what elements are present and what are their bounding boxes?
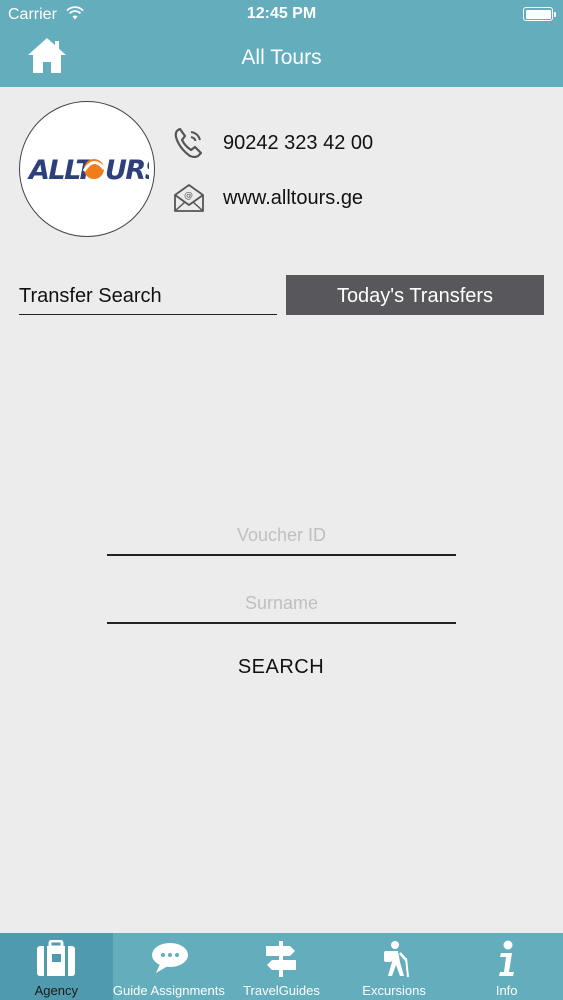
website-link: www.alltours.ge <box>223 186 364 209</box>
status-bar: Carrier 12:45 PM <box>0 0 563 30</box>
tab-agency-label: Agency <box>34 983 78 998</box>
svg-text:URS: URS <box>105 155 149 186</box>
bottom-tab-bar: Agency Guide Assignments TravelGuides Ex… <box>0 933 563 1000</box>
hiker-icon <box>384 941 410 978</box>
svg-text:@: @ <box>184 191 193 201</box>
search-button[interactable]: SEARCH <box>207 650 355 684</box>
signpost-icon <box>266 941 297 977</box>
todays-transfers-button[interactable]: Today's Transfers <box>286 275 544 315</box>
page-title: All Tours <box>241 46 322 69</box>
suitcase-icon <box>37 940 76 976</box>
tab-info[interactable]: Info <box>450 933 563 1000</box>
tab-transfer-search[interactable]: Transfer Search <box>19 276 277 315</box>
tab-excursions[interactable]: Excursions <box>338 933 451 1000</box>
surname-input[interactable] <box>107 584 456 624</box>
battery-icon <box>523 7 556 21</box>
tab-travelguides[interactable]: TravelGuides <box>225 933 338 1000</box>
tab-info-label: Info <box>495 983 518 998</box>
phone-row[interactable]: 90242 323 42 00 <box>172 125 373 161</box>
alltours-logo: ALLT URS <box>27 155 149 186</box>
mail-icon: @ <box>174 184 204 212</box>
phone-number: 90242 323 42 00 <box>223 131 374 154</box>
app-header: Carrier 12:45 PM All Tours <box>0 0 563 87</box>
tab-agency[interactable]: Agency <box>0 933 113 1000</box>
tab-guide-assignments[interactable]: Guide Assignments <box>113 933 226 1000</box>
voucher-id-input[interactable] <box>107 516 456 556</box>
chat-bubbles-icon <box>151 943 188 973</box>
agency-logo: ALLT URS <box>19 101 155 237</box>
tab-travelguides-label: TravelGuides <box>243 983 320 998</box>
phone-icon <box>174 127 203 159</box>
tab-guide-assignments-label: Guide Assignments <box>112 983 225 998</box>
info-icon <box>498 940 514 976</box>
tab-excursions-label: Excursions <box>362 983 426 998</box>
website-row[interactable]: @ www.alltours.ge <box>172 180 363 216</box>
status-time: 12:45 PM <box>246 5 317 22</box>
nav-bar: All Tours <box>0 30 563 87</box>
